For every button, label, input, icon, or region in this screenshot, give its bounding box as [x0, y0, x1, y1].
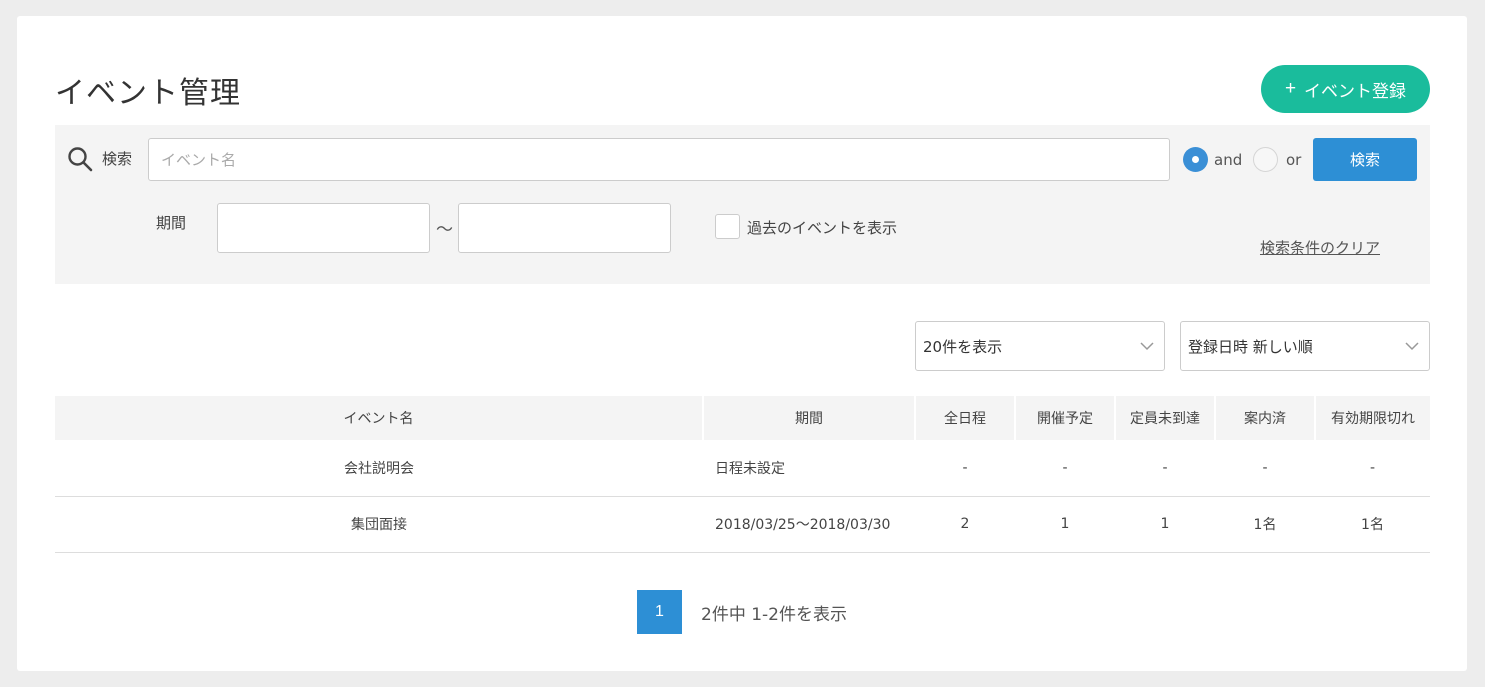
header-expired[interactable]: 有効期限切れ: [1315, 396, 1430, 440]
sort-order-value: 登録日時 新しい順: [1188, 337, 1313, 356]
all-dates-cell: -: [915, 440, 1015, 497]
period-label: 期間: [156, 214, 187, 232]
header-period[interactable]: 期間: [703, 396, 916, 440]
period-separator: ～: [436, 220, 453, 240]
clear-search-link[interactable]: 検索条件のクリア: [1260, 237, 1380, 258]
search-icon: [68, 147, 93, 172]
chevron-down-icon: [1140, 342, 1154, 351]
expired-cell: -: [1315, 440, 1430, 497]
period-cell: 2018/03/25～2018/03/30: [703, 496, 915, 553]
per-page-value: 20件を表示: [923, 337, 1003, 356]
table-header-row: イベント名 期間 全日程 開催予定 定員未到達 案内済 有効期限切れ: [55, 396, 1430, 440]
search-label: 検索: [102, 150, 133, 168]
page-title: イベント管理: [55, 76, 241, 111]
and-radio[interactable]: [1183, 147, 1208, 172]
and-radio-label: and: [1214, 151, 1243, 169]
scheduled-cell: 1: [1015, 496, 1115, 553]
add-event-label: イベント登録: [1304, 81, 1407, 101]
header-all-dates[interactable]: 全日程: [915, 396, 1016, 440]
header-under-capacity[interactable]: 定員未到達: [1115, 396, 1216, 440]
period-from-input[interactable]: [217, 203, 430, 253]
all-dates-cell: 2: [915, 496, 1015, 553]
events-table: イベント名 期間 全日程 開催予定 定員未到達 案内済 有効期限切れ 会社説明会…: [55, 396, 1430, 553]
table-row[interactable]: 集団面接 2018/03/25～2018/03/30 2 1 1 1名 1名: [55, 496, 1430, 553]
search-panel: 検索 and or 検索 期間 ～ 過去のイベントを表示 検索条件のクリア: [55, 125, 1430, 284]
header-notified[interactable]: 案内済: [1215, 396, 1316, 440]
search-button[interactable]: 検索: [1313, 138, 1417, 181]
header-event-name[interactable]: イベント名: [55, 396, 704, 440]
or-radio-label: or: [1286, 151, 1302, 169]
show-past-events-checkbox[interactable]: [715, 214, 740, 239]
pagination-summary: 2件中 1-2件を表示: [701, 605, 847, 625]
add-event-button[interactable]: + イベント登録: [1261, 65, 1430, 113]
expired-cell: 1名: [1315, 496, 1430, 553]
sort-order-select[interactable]: 登録日時 新しい順: [1180, 321, 1430, 371]
per-page-select[interactable]: 20件を表示: [915, 321, 1165, 371]
show-past-events-label: 過去のイベントを表示: [747, 219, 898, 237]
notified-cell: -: [1215, 440, 1315, 497]
pagination-page-1[interactable]: 1: [637, 590, 682, 634]
scheduled-cell: -: [1015, 440, 1115, 497]
under-capacity-cell: -: [1115, 440, 1215, 497]
event-name-cell[interactable]: 会社説明会: [55, 440, 703, 497]
or-radio[interactable]: [1253, 147, 1278, 172]
event-name-cell[interactable]: 集団面接: [55, 496, 703, 553]
table-row[interactable]: 会社説明会 日程未設定 - - - - -: [55, 440, 1430, 497]
event-management-card: イベント管理 + イベント登録 検索 and or 検索 期間 ～ 過去のイベン…: [17, 16, 1467, 671]
period-to-input[interactable]: [458, 203, 671, 253]
event-name-search-input[interactable]: [148, 138, 1170, 181]
header-scheduled[interactable]: 開催予定: [1015, 396, 1116, 440]
notified-cell: 1名: [1215, 496, 1315, 553]
under-capacity-cell: 1: [1115, 496, 1215, 553]
plus-icon: +: [1284, 78, 1297, 99]
chevron-down-icon: [1405, 342, 1419, 351]
period-cell: 日程未設定: [703, 440, 915, 497]
